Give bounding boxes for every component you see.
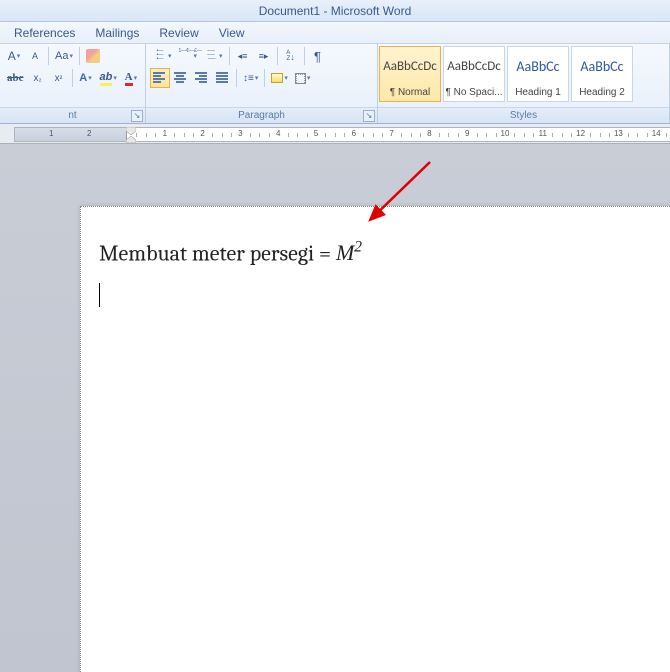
separator <box>264 69 265 87</box>
style-preview: AaBbCcDc <box>380 47 440 85</box>
ruler-ticks: 21123456789101112131415 <box>127 128 670 141</box>
grow-font-button[interactable]: A <box>4 46 24 66</box>
separator <box>79 47 80 65</box>
font-color-icon: A <box>125 71 133 86</box>
change-case-icon: Aa <box>55 50 68 62</box>
style-heading1[interactable]: AaBbCc Heading 1 <box>507 46 569 102</box>
font-color-button[interactable]: A <box>121 68 141 88</box>
numbering-icon <box>179 49 193 63</box>
separator <box>48 47 49 65</box>
tab-mailings[interactable]: Mailings <box>85 26 149 40</box>
align-right-button[interactable] <box>192 68 212 88</box>
text-line[interactable]: Membuat meter persegi = M2 <box>99 237 362 269</box>
style-name-label: ¶ No Spaci... <box>444 85 504 101</box>
align-left-icon <box>153 71 167 85</box>
style-name-label: Heading 2 <box>572 85 632 101</box>
strikethrough-button[interactable]: abc <box>4 68 27 88</box>
clear-formatting-icon <box>86 49 100 63</box>
superscript-icon <box>55 72 63 84</box>
text-effects-button[interactable]: A <box>76 68 96 88</box>
line-spacing-icon <box>243 72 254 84</box>
decrease-indent-button[interactable] <box>233 46 253 66</box>
style-name-label: ¶ Normal <box>380 85 440 101</box>
bullets-button[interactable] <box>150 46 175 66</box>
clear-formatting-button[interactable] <box>83 46 103 66</box>
decrease-indent-icon <box>238 50 248 62</box>
align-right-icon <box>195 71 209 85</box>
body-text: Membuat meter persegi = <box>99 240 336 266</box>
style-normal[interactable]: AaBbCcDc ¶ Normal <box>379 46 441 102</box>
style-preview: AaBbCc <box>572 47 632 85</box>
styles-group: AaBbCcDc ¶ Normal AaBbCcDc ¶ No Spaci...… <box>378 44 670 123</box>
window-title: Document1 - Microsoft Word <box>259 4 412 18</box>
document-area[interactable]: Membuat meter persegi = M2 <box>0 144 670 672</box>
separator <box>72 69 73 87</box>
page[interactable]: Membuat meter persegi = M2 <box>80 206 670 672</box>
indent-marker[interactable] <box>126 127 136 143</box>
justify-icon <box>216 71 230 85</box>
multilevel-list-icon <box>204 49 218 63</box>
paragraph-dialog-launcher[interactable]: ↘ <box>363 110 375 122</box>
paragraph-group-label: Paragraph ↘ <box>146 107 377 123</box>
strikethrough-icon: abc <box>7 72 24 84</box>
text-cursor <box>99 283 100 307</box>
justify-button[interactable] <box>213 68 233 88</box>
ribbon: A A Aa abc A ab A nt ↘ <box>0 44 670 124</box>
font-group: A A Aa abc A ab A nt ↘ <box>0 44 146 123</box>
sort-button[interactable] <box>281 46 301 66</box>
bullets-icon <box>153 49 167 63</box>
line-spacing-button[interactable] <box>240 68 261 88</box>
increase-indent-icon <box>259 50 269 62</box>
equation-superscript: 2 <box>354 239 362 256</box>
separator <box>236 69 237 87</box>
subscript-button[interactable] <box>28 68 48 88</box>
tab-view[interactable]: View <box>209 26 255 40</box>
superscript-button[interactable] <box>49 68 69 88</box>
shading-button[interactable] <box>268 68 291 88</box>
align-center-icon <box>174 71 188 85</box>
shrink-font-icon: A <box>32 51 38 61</box>
style-preview: AaBbCcDc <box>444 47 504 85</box>
highlight-button[interactable]: ab <box>97 68 120 88</box>
page-content[interactable]: Membuat meter persegi = M2 <box>99 237 362 307</box>
change-case-button[interactable]: Aa <box>52 46 76 66</box>
align-center-button[interactable] <box>171 68 191 88</box>
ruler-area: 21123456789101112131415 <box>0 124 670 144</box>
increase-indent-button[interactable] <box>254 46 274 66</box>
ribbon-tabs: References Mailings Review View <box>0 22 670 44</box>
style-heading2[interactable]: AaBbCc Heading 2 <box>571 46 633 102</box>
style-name-label: Heading 1 <box>508 85 568 101</box>
paragraph-group: ¶ Paragraph ↘ <box>146 44 378 123</box>
subscript-icon <box>33 72 41 84</box>
borders-icon <box>295 73 306 84</box>
tab-review[interactable]: Review <box>149 26 208 40</box>
align-left-button[interactable] <box>150 68 170 88</box>
grow-font-icon: A <box>8 49 16 63</box>
text-effects-icon: A <box>79 72 87 84</box>
show-marks-button[interactable]: ¶ <box>308 46 328 66</box>
ruler-margin-left <box>15 128 127 141</box>
separator <box>304 47 305 65</box>
separator <box>229 47 230 65</box>
shrink-font-button[interactable]: A <box>25 46 45 66</box>
font-group-label: nt ↘ <box>0 107 145 123</box>
sort-icon <box>286 50 295 63</box>
multilevel-list-button[interactable] <box>201 46 226 66</box>
highlight-icon: ab <box>100 71 113 86</box>
style-no-spacing[interactable]: AaBbCcDc ¶ No Spaci... <box>443 46 505 102</box>
font-dialog-launcher[interactable]: ↘ <box>131 110 143 122</box>
tab-references[interactable]: References <box>4 26 85 40</box>
borders-button[interactable] <box>292 68 314 88</box>
style-preview: AaBbCc <box>508 47 568 85</box>
numbering-button[interactable] <box>176 46 201 66</box>
separator <box>277 47 278 65</box>
pilcrow-icon: ¶ <box>314 49 321 64</box>
styles-group-label: Styles <box>378 107 669 123</box>
shading-icon <box>271 73 283 83</box>
equation-base: M <box>336 240 354 265</box>
equation[interactable]: M2 <box>336 240 362 265</box>
horizontal-ruler[interactable]: 21123456789101112131415 <box>14 127 670 142</box>
title-bar: Document1 - Microsoft Word <box>0 0 670 22</box>
